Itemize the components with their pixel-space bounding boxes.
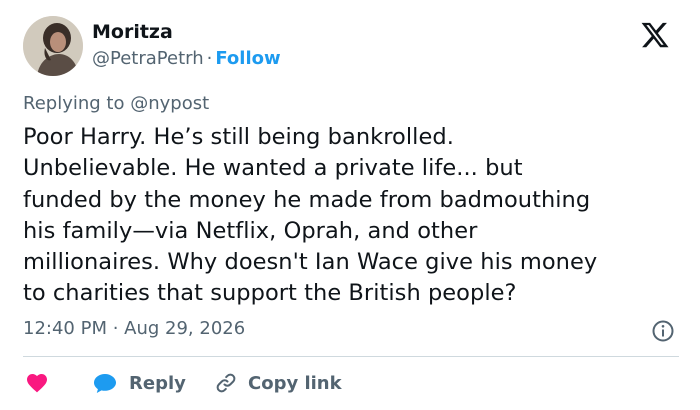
author-handle[interactable]: @PetraPetrh: [92, 48, 204, 69]
reply-button[interactable]: Reply: [92, 368, 186, 398]
heart-icon: [24, 371, 50, 395]
separator: ·: [206, 48, 213, 69]
x-logo-icon[interactable]: [640, 20, 670, 50]
copy-link-label: Copy link: [248, 372, 342, 394]
tweet-text-line: millionaires. Why doesn't Ian Wace give …: [23, 249, 598, 276]
action-bar: Reply Copy link: [0, 368, 700, 398]
author-name[interactable]: Moritza: [92, 21, 173, 43]
link-icon: [214, 371, 238, 395]
tweet-text-line: Poor Harry. He’s still being bankrolled.: [23, 124, 454, 150]
like-button[interactable]: [24, 368, 50, 398]
replying-mention[interactable]: @nypost: [130, 93, 209, 114]
tweet-text-line: his family—via Netflix, Oprah, and other: [23, 217, 478, 244]
tweet-text-line: Unbelievable. He wanted a private life..…: [23, 155, 523, 182]
tweet-text-line: to charities that support the British pe…: [23, 280, 517, 307]
author-meta: @PetraPetrh · Follow: [92, 48, 281, 69]
tweet-card: Moritza @PetraPetrh · Follow Replying to @…: [0, 0, 700, 410]
divider: [23, 356, 679, 357]
tweet-text: Poor Harry. He’s still being bankrolled.…: [23, 122, 683, 310]
follow-button[interactable]: Follow: [215, 48, 280, 69]
replying-prefix: Replying to: [23, 93, 125, 114]
info-icon[interactable]: [651, 319, 675, 343]
tweet-text-line: funded by the money he made from badmout…: [23, 186, 591, 213]
reply-label: Reply: [129, 372, 186, 394]
speech-bubble-icon: [92, 371, 118, 395]
copy-link-button[interactable]: Copy link: [214, 368, 342, 398]
avatar[interactable]: [23, 16, 83, 76]
timestamp[interactable]: 12:40 PM · Aug 29, 2026: [23, 318, 245, 339]
replying-to: Replying to @nypost: [23, 93, 209, 114]
